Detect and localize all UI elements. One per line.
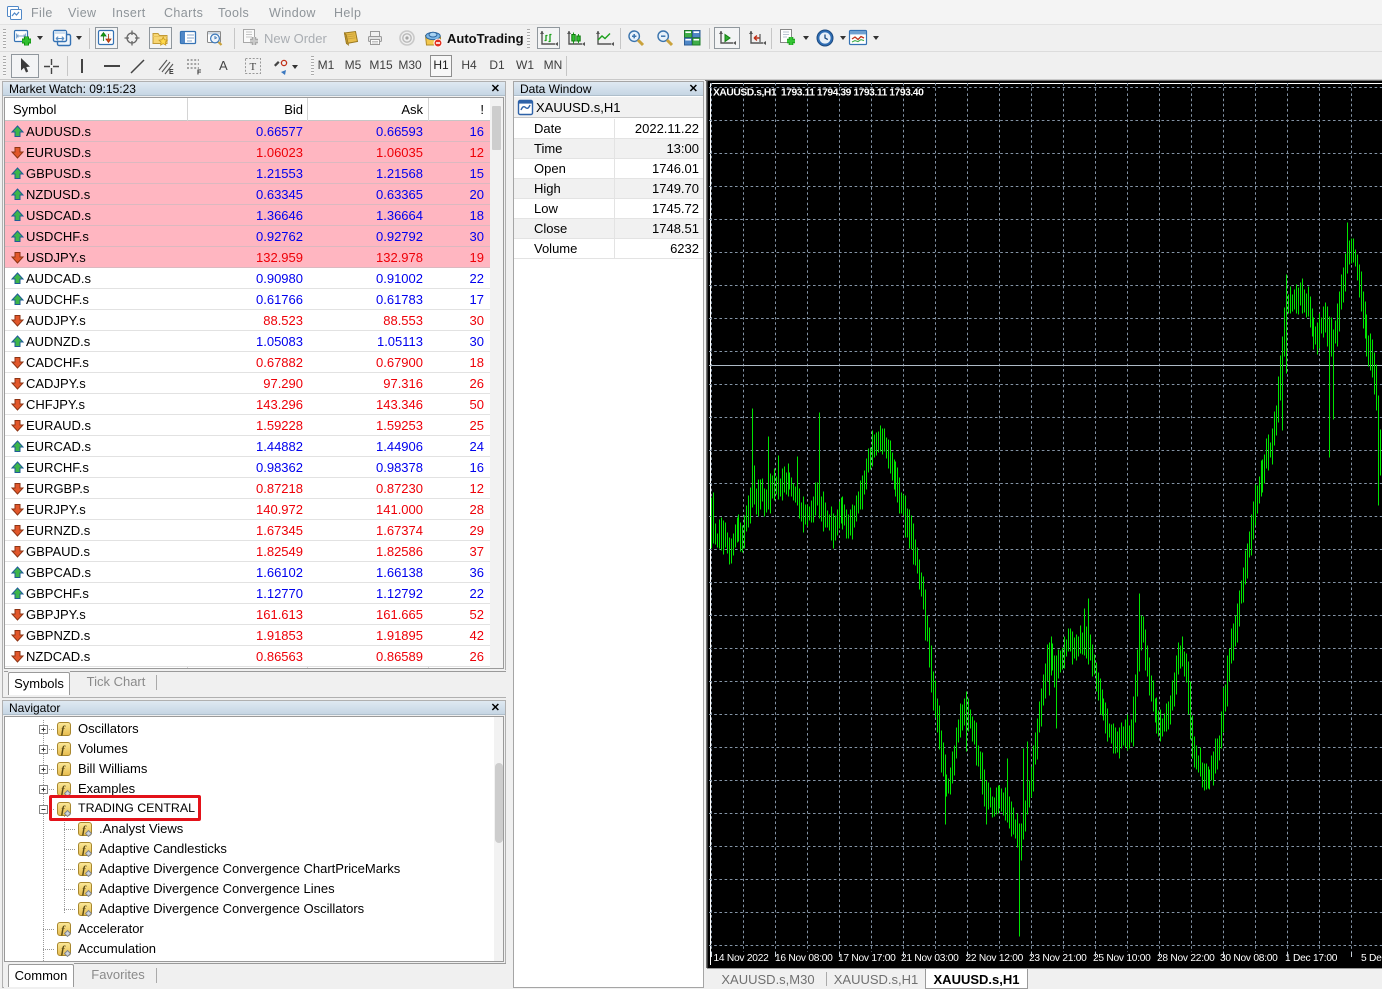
svg-text:T: T [250, 61, 257, 73]
svg-text:16 Nov 08:00: 16 Nov 08:00 [775, 953, 833, 964]
svg-text:14 Nov 2022: 14 Nov 2022 [714, 953, 770, 964]
svg-text:28 Nov 22:00: 28 Nov 22:00 [1157, 953, 1215, 964]
svg-text:21 Nov 03:00: 21 Nov 03:00 [901, 953, 959, 964]
svg-text:XAUUSD.s,H1 1793.11 1794.39 1: XAUUSD.s,H1 1793.11 1794.39 1793.11 1793… [713, 88, 924, 99]
svg-text:5 Dec 03:00: 5 Dec 03:00 [1361, 953, 1382, 964]
svg-text:23 Nov 21:00: 23 Nov 21:00 [1029, 953, 1087, 964]
svg-text:F: F [197, 70, 202, 77]
svg-text:E: E [169, 69, 174, 76]
svg-text:17 Nov 17:00: 17 Nov 17:00 [838, 953, 896, 964]
svg-text:25 Nov 10:00: 25 Nov 10:00 [1093, 953, 1151, 964]
svg-text:1 Dec 17:00: 1 Dec 17:00 [1285, 953, 1338, 964]
svg-text:22 Nov 12:00: 22 Nov 12:00 [966, 953, 1024, 964]
svg-text:30 Nov 08:00: 30 Nov 08:00 [1220, 953, 1278, 964]
